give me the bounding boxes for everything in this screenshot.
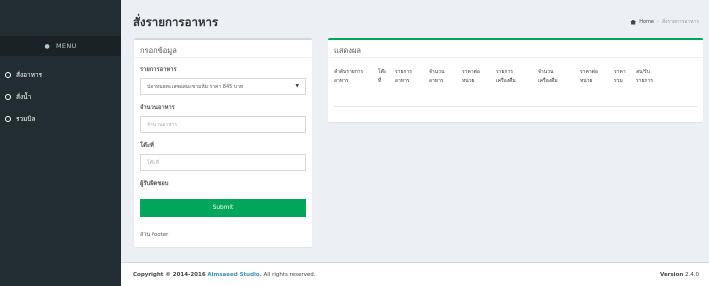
menu-header-label: MENU xyxy=(56,42,77,50)
col-header-table: โต๊ะ ที่ xyxy=(378,69,387,84)
order-form: รายการอาหาร ปลาหมอทะเลซอสมะขามห้ม ราคา 8… xyxy=(134,58,312,239)
submit-button[interactable]: Submit xyxy=(140,199,306,217)
col-header-total: ราคา รวม xyxy=(614,69,626,84)
sidebar-item-combine-bill[interactable]: รวมบิล xyxy=(0,108,121,130)
col-header-unit-price: ราคาต่อ หน่วย xyxy=(462,69,480,84)
qty-input[interactable]: จำนวนอาหาร xyxy=(140,116,306,133)
sidebar-menu-header: ● MENU xyxy=(0,36,121,56)
input-form-box: กรอกข้อมูล รายการอาหาร ปลาหมอทะเลซอสมะขา… xyxy=(134,38,312,247)
food-select[interactable]: ปลาหมอทะเลซอสมะขามห้ม ราคา 845 บาท ▼ xyxy=(140,78,306,95)
form-box-title: กรอกข้อมูล xyxy=(134,40,312,58)
sidebar-top xyxy=(0,0,121,36)
col-header-item-no: ลำดับรายการ อาหาร xyxy=(334,69,364,84)
sidebar: ● MENU สั่งอาหาร สั่งน้ำ รวมบิล xyxy=(0,0,121,286)
col-header-food-qty: จำนวน อาหาร xyxy=(429,69,445,84)
circle-icon xyxy=(5,94,11,100)
sidebar-item-order-food[interactable]: สั่งอาหาร xyxy=(0,64,121,86)
form-footer-text: ส่วน footer xyxy=(140,232,169,238)
home-icon xyxy=(630,19,637,25)
copyright: Copyright © 2014-2016 Almsaeed Studio. A… xyxy=(133,272,316,278)
sidebar-item-label: สั่งน้ำ xyxy=(16,93,32,101)
sidebar-item-label: รวมบิล xyxy=(16,115,36,123)
table-input[interactable]: โต๊ะที่ xyxy=(140,154,306,171)
col-header-food: รายการ อาหาร xyxy=(395,69,412,84)
circle-icon xyxy=(5,116,11,122)
col-header-drink-unit-price: ราคาต่อ หน่วย xyxy=(580,69,598,84)
version-info: Version 2.4.0 xyxy=(660,272,699,278)
sidebar-nav: สั่งอาหาร สั่งน้ำ รวมบิล xyxy=(0,64,121,130)
breadcrumb-home-link[interactable]: Home xyxy=(639,19,654,25)
results-box: แสดงผล ลำดับรายการ อาหาร โต๊ะ ที่ รายการ อา… xyxy=(328,38,703,122)
responsible-label: ผู้รับผิดชอบ xyxy=(140,181,169,187)
food-select-value: ปลาหมอทะเลซอสมะขามห้ม ราคา 845 บาท xyxy=(147,83,244,90)
brand-link[interactable]: Almsaeed Studio. xyxy=(207,272,261,278)
breadcrumb-current: สั่งรายการอาหาร xyxy=(661,19,699,25)
version-label: Version xyxy=(659,271,684,278)
qty-label: จำนวนอาหาร xyxy=(140,105,175,111)
circle-icon xyxy=(5,72,11,78)
caret-down-icon: ▼ xyxy=(295,84,299,89)
results-box-title: แสดงผล xyxy=(328,40,703,58)
main-content: สั่งรายการอาหาร Home › สั่งรายการอาหาร ก… xyxy=(121,0,709,286)
col-header-drink-qty: จำนวน เครื่องดื่ม xyxy=(538,69,558,84)
table-label: โต๊ะที่ xyxy=(140,143,154,149)
col-header-action: ลบ/รับ รายการ xyxy=(636,69,653,84)
sidebar-item-order-drink[interactable]: สั่งน้ำ xyxy=(0,86,121,108)
menu-bullet-icon: ● xyxy=(44,42,50,50)
breadcrumb: Home › สั่งรายการอาหาร xyxy=(630,18,699,26)
copyright-prefix: Copyright © 2014-2016 xyxy=(133,271,206,278)
food-label: รายการอาหาร xyxy=(140,67,177,73)
breadcrumb-separator: › xyxy=(656,19,659,25)
version-number: 2.4.0 xyxy=(685,271,699,278)
page-footer: Copyright © 2014-2016 Almsaeed Studio. A… xyxy=(121,262,709,286)
col-header-drink: รายการ เครื่องดื่ม xyxy=(496,69,516,84)
page-title: สั่งรายการอาหาร xyxy=(133,15,219,29)
results-table-header: ลำดับรายการ อาหาร โต๊ะ ที่ รายการ อาหาร จำน… xyxy=(328,58,703,86)
table-divider xyxy=(334,106,697,107)
sidebar-item-label: สั่งอาหาร xyxy=(16,71,43,79)
rights-text: All rights reserved. xyxy=(263,271,316,278)
